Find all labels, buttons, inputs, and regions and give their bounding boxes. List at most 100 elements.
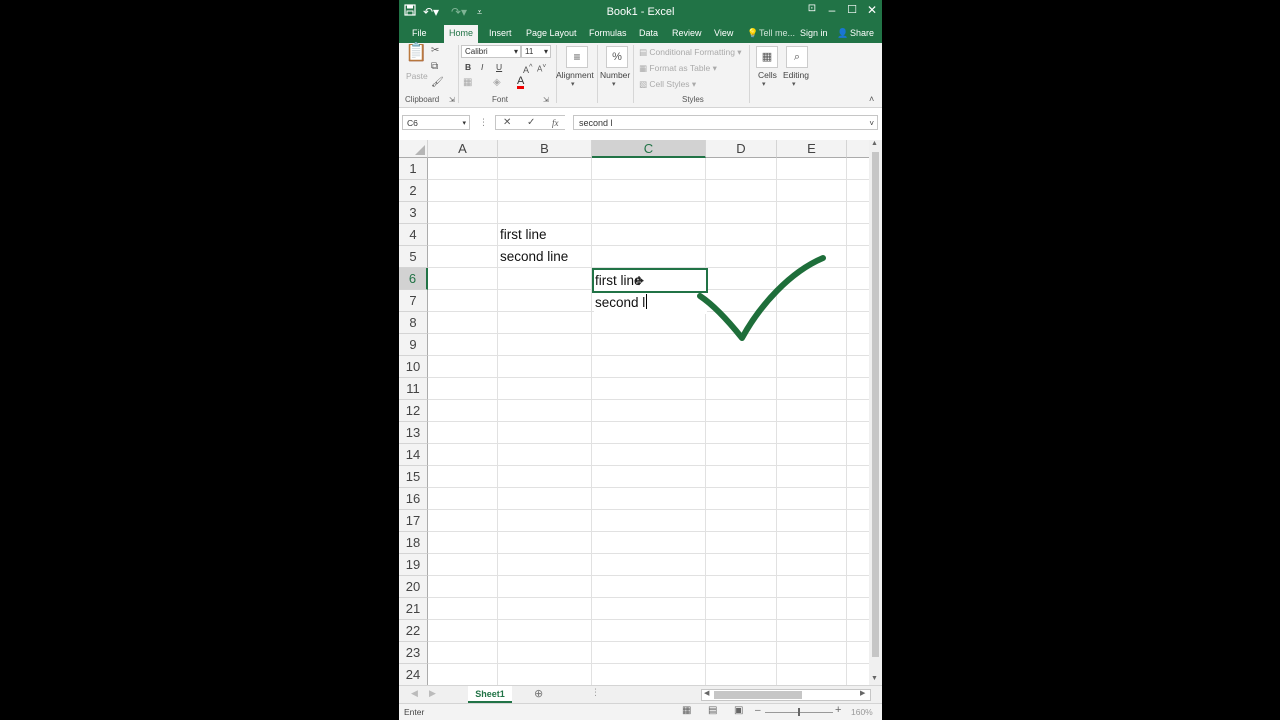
scroll-down-icon[interactable]: ▼ bbox=[871, 675, 878, 682]
cell-f1[interactable] bbox=[847, 158, 869, 180]
close-icon[interactable]: ✕ bbox=[863, 3, 881, 17]
tell-me-box[interactable]: Tell me... bbox=[759, 28, 795, 38]
underline-button[interactable]: U bbox=[496, 62, 502, 72]
row-header-6[interactable]: 6 bbox=[399, 268, 428, 290]
bold-button[interactable]: B bbox=[465, 62, 471, 72]
cell-a22[interactable] bbox=[428, 620, 498, 642]
cell-f23[interactable] bbox=[847, 642, 869, 664]
cell-c8[interactable] bbox=[592, 312, 706, 334]
share-button[interactable]: Share bbox=[850, 28, 874, 38]
row-header-12[interactable]: 12 bbox=[399, 400, 428, 422]
search-icon[interactable]: ⌕ bbox=[786, 46, 808, 68]
column-header-c[interactable]: C bbox=[592, 140, 706, 158]
cell-b6[interactable] bbox=[498, 268, 592, 290]
cell-f15[interactable] bbox=[847, 466, 869, 488]
cell-d16[interactable] bbox=[706, 488, 777, 510]
cell-c14[interactable] bbox=[592, 444, 706, 466]
cell-f8[interactable] bbox=[847, 312, 869, 334]
cell-b4[interactable]: first line bbox=[498, 224, 592, 246]
alignment-icon[interactable]: ≡ bbox=[566, 46, 588, 68]
cell-a18[interactable] bbox=[428, 532, 498, 554]
row-header-5[interactable]: 5 bbox=[399, 246, 428, 268]
tab-view[interactable]: View bbox=[714, 28, 733, 38]
zoom-slider[interactable] bbox=[765, 708, 833, 716]
page-break-view-icon[interactable]: ▣ bbox=[734, 705, 743, 716]
cell-d20[interactable] bbox=[706, 576, 777, 598]
borders-icon[interactable]: ▦ bbox=[463, 77, 472, 89]
maximize-icon[interactable]: ☐ bbox=[843, 3, 861, 16]
cell-f2[interactable] bbox=[847, 180, 869, 202]
cell-c18[interactable] bbox=[592, 532, 706, 554]
cell-d14[interactable] bbox=[706, 444, 777, 466]
cell-d24[interactable] bbox=[706, 664, 777, 685]
tab-insert[interactable]: Insert bbox=[489, 28, 512, 38]
collapse-ribbon-icon[interactable]: ˄ bbox=[869, 93, 874, 105]
cell-f22[interactable] bbox=[847, 620, 869, 642]
cell-b3[interactable] bbox=[498, 202, 592, 224]
page-layout-view-icon[interactable]: ▤ bbox=[708, 705, 717, 716]
cell-d11[interactable] bbox=[706, 378, 777, 400]
cell-c12[interactable] bbox=[592, 400, 706, 422]
prev-sheet-icon[interactable]: ◀ bbox=[411, 688, 418, 699]
cell-a7[interactable] bbox=[428, 290, 498, 312]
increase-font-icon[interactable]: A^ bbox=[523, 61, 533, 76]
cell-a21[interactable] bbox=[428, 598, 498, 620]
cell-e15[interactable] bbox=[777, 466, 847, 488]
tab-home[interactable]: Home bbox=[444, 25, 479, 43]
cell-a9[interactable] bbox=[428, 334, 498, 356]
cell-a8[interactable] bbox=[428, 312, 498, 334]
cell-c20[interactable] bbox=[592, 576, 706, 598]
cell-c10[interactable] bbox=[592, 356, 706, 378]
cell-a15[interactable] bbox=[428, 466, 498, 488]
cell-f24[interactable] bbox=[847, 664, 869, 685]
cell-a3[interactable] bbox=[428, 202, 498, 224]
row-header-16[interactable]: 16 bbox=[399, 488, 428, 510]
cell-b7[interactable] bbox=[498, 290, 592, 312]
row-header-18[interactable]: 18 bbox=[399, 532, 428, 554]
cell-b15[interactable] bbox=[498, 466, 592, 488]
cell-f14[interactable] bbox=[847, 444, 869, 466]
font-size-select[interactable]: 11 ▾ bbox=[521, 45, 551, 58]
column-header-a[interactable]: A bbox=[428, 140, 498, 158]
cell-a14[interactable] bbox=[428, 444, 498, 466]
cell-c21[interactable] bbox=[592, 598, 706, 620]
cell-f7[interactable] bbox=[847, 290, 869, 312]
cut-icon[interactable]: ✂ bbox=[431, 45, 439, 57]
cells-button[interactable]: Cells bbox=[758, 70, 777, 80]
cell-f6[interactable] bbox=[847, 268, 869, 290]
cell-f3[interactable] bbox=[847, 202, 869, 224]
zoom-in-icon[interactable]: + bbox=[835, 704, 841, 716]
cell-f10[interactable] bbox=[847, 356, 869, 378]
cell-f5[interactable] bbox=[847, 246, 869, 268]
cell-b22[interactable] bbox=[498, 620, 592, 642]
cell-b1[interactable] bbox=[498, 158, 592, 180]
cell-e18[interactable] bbox=[777, 532, 847, 554]
cell-b23[interactable] bbox=[498, 642, 592, 664]
italic-button[interactable]: I bbox=[481, 62, 483, 72]
column-header-d[interactable]: D bbox=[706, 140, 777, 158]
select-all-corner[interactable] bbox=[399, 140, 428, 158]
cell-b13[interactable] bbox=[498, 422, 592, 444]
alignment-button[interactable]: Alignment bbox=[556, 70, 594, 80]
cell-a20[interactable] bbox=[428, 576, 498, 598]
cancel-icon[interactable]: ✕ bbox=[503, 116, 511, 130]
cell-f19[interactable] bbox=[847, 554, 869, 576]
cell-c1[interactable] bbox=[592, 158, 706, 180]
row-header-2[interactable]: 2 bbox=[399, 180, 428, 202]
cell-c15[interactable] bbox=[592, 466, 706, 488]
row-header-22[interactable]: 22 bbox=[399, 620, 428, 642]
row-header-24[interactable]: 24 bbox=[399, 664, 428, 685]
cell-f12[interactable] bbox=[847, 400, 869, 422]
cell-e20[interactable] bbox=[777, 576, 847, 598]
row-header-14[interactable]: 14 bbox=[399, 444, 428, 466]
row-header-10[interactable]: 10 bbox=[399, 356, 428, 378]
font-color-button[interactable]: A bbox=[517, 76, 525, 89]
cell-c19[interactable] bbox=[592, 554, 706, 576]
cell-c22[interactable] bbox=[592, 620, 706, 642]
row-header-8[interactable]: 8 bbox=[399, 312, 428, 334]
row-header-20[interactable]: 20 bbox=[399, 576, 428, 598]
cell-c23[interactable] bbox=[592, 642, 706, 664]
cell-a13[interactable] bbox=[428, 422, 498, 444]
cell-e3[interactable] bbox=[777, 202, 847, 224]
cell-e12[interactable] bbox=[777, 400, 847, 422]
